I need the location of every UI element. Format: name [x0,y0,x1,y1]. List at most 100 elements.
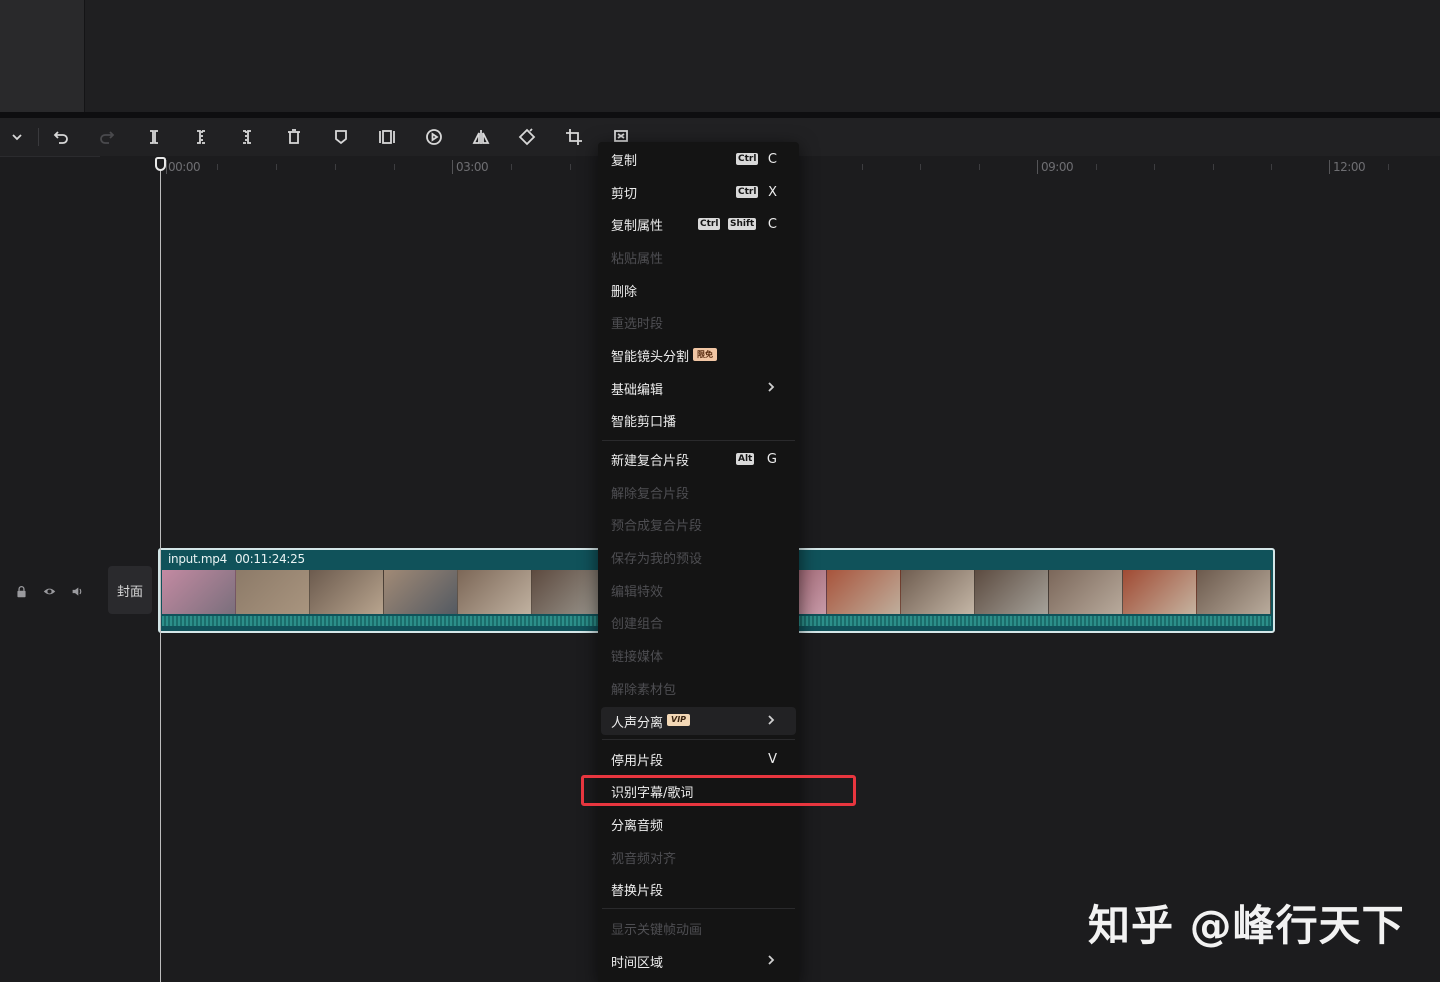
menu-item-reselect-range: 重选时段 [598,307,799,337]
trim-right-icon[interactable] [234,126,260,148]
context-menu: 复制 Ctrl C 剪切 Ctrl X 复制属性 Ctrl Shift C 粘贴… [598,142,799,982]
redo-icon[interactable] [94,126,120,148]
menu-item-label: 停用片段 [611,753,664,769]
clip-thumbnail [162,570,236,614]
clip-thumbnail [1123,570,1198,614]
menu-item-unpack-material: 解除素材包 [598,673,799,703]
menu-item-label: 解除复合片段 [611,486,690,502]
ruler-label: 09:00 [1041,160,1074,174]
ruler-tick [1096,164,1097,170]
shortcut-letter: X [768,184,777,200]
menu-item-edit-effects: 编辑特效 [598,575,799,605]
menu-item-label: 复制 [611,153,638,169]
menu-item-label: 预合成复合片段 [611,518,703,534]
menu-item-create-group: 创建组合 [598,607,799,637]
free-badge: 限免 [693,348,717,361]
shortcut-letter: G [766,451,777,467]
ruler-tick [1271,164,1272,170]
shortcut-letter: C [767,216,777,232]
menu-item-label: 链接媒体 [611,649,664,665]
rotate-icon[interactable] [514,126,540,148]
chevron-right-icon [765,380,777,394]
menu-item-copy[interactable]: 复制 Ctrl C [598,144,799,174]
speaker-icon[interactable] [69,583,85,599]
menu-item-label: 新建复合片段 [611,453,690,469]
ruler-tick [217,164,218,170]
menu-item-new-compound-clip[interactable]: 新建复合片段 Alt G [598,444,799,474]
lock-icon[interactable] [13,583,29,599]
menu-item-label: 重选时段 [611,316,664,332]
menu-separator [602,440,795,441]
menu-item-delete[interactable]: 删除 [598,275,799,305]
vip-badge: VIP [667,714,691,726]
menu-item-label: 保存为我的预设 [611,551,703,567]
cover-button[interactable]: 封面 [108,566,152,614]
menu-item-label: 创建组合 [611,616,664,632]
shortcut-key: Shift [728,218,757,230]
menu-item-label: 替换片段 [611,883,664,899]
menu-item-label: 智能剪口播 [611,414,677,430]
menu-separator [602,908,795,909]
split-icon[interactable] [141,126,167,148]
menu-item-link-media: 链接媒体 [598,640,799,670]
delete-icon[interactable] [281,126,307,148]
menu-item-smart-scene-split[interactable]: 智能镜头分割 限免 [598,340,799,370]
marker-icon[interactable] [328,126,354,148]
shortcut-key: Alt [736,453,755,465]
menu-item-cut[interactable]: 剪切 Ctrl X [598,177,799,207]
trim-left-icon[interactable] [188,126,214,148]
menu-item-disable-clip[interactable]: 停用片段 V [598,744,799,774]
ruler-tick [1329,160,1330,174]
menu-separator [602,739,795,740]
ruler-label: 12:00 [1333,160,1366,174]
menu-item-basic-edit[interactable]: 基础编辑 [598,373,799,403]
watermark: 知乎 @峰行天下 [1088,901,1405,950]
menu-item-label: 显示关键帧动画 [611,922,703,938]
ruler-tick [1037,160,1038,174]
undo-icon[interactable] [48,126,74,148]
clip-thumbnail [1197,570,1271,614]
ruler-tick [920,164,921,170]
menu-item-label: 视音频对齐 [611,851,677,867]
menu-item-vocal-separation[interactable]: 人声分离 VIP [598,706,799,736]
clip-thumbnail [827,570,902,614]
menu-item-release-compound-clip: 解除复合片段 [598,477,799,507]
menu-item-label: 智能镜头分割 [611,349,690,365]
preview-panel [0,0,1440,112]
menu-item-label: 复制属性 [611,218,664,234]
menu-item-replace-clip[interactable]: 替换片段 [598,874,799,904]
menu-item-smart-talk-edit[interactable]: 智能剪口播 [598,405,799,435]
clip-duration: 00:11:24:25 [234,552,305,566]
clip-thumbnail [975,570,1050,614]
clip-thumbnail [901,570,976,614]
toolbar-separator [38,128,39,146]
menu-item-copy-attributes[interactable]: 复制属性 Ctrl Shift C [598,209,799,239]
eye-icon[interactable] [41,583,57,599]
ruler-label: 03:00 [456,160,489,174]
chevron-right-icon [765,713,777,727]
clip-thumbnail [309,570,384,614]
menu-item-label: 删除 [611,284,638,300]
crop-icon[interactable] [561,126,587,148]
shortcut-key: Ctrl [698,218,721,230]
mirror-icon[interactable] [468,126,494,148]
ruler-tick [511,164,512,170]
menu-item-label: 基础编辑 [611,382,664,398]
menu-item-av-align: 视音频对齐 [598,842,799,872]
shortcut-letter: V [768,751,777,767]
freeze-frame-icon[interactable] [374,126,400,148]
highlight-annotation [581,775,856,806]
playhead-handle[interactable] [155,157,166,171]
ruler-label: 00:00 [168,160,201,174]
shortcut-letter: C [767,151,777,167]
menu-item-precompose-compound-clip: 预合成复合片段 [598,509,799,539]
menu-item-label: 剪切 [611,186,638,202]
play-circle-icon[interactable] [421,126,447,148]
menu-item-separate-audio[interactable]: 分离音频 [598,809,799,839]
chevron-down-icon[interactable] [4,126,30,148]
menu-item-time-region[interactable]: 时间区域 [598,946,799,976]
ruler-tick [862,164,863,170]
ruler-tick [166,160,167,174]
menu-item-show-keyframes: 显示关键帧动画 [598,913,799,943]
ruler-tick [452,160,453,174]
